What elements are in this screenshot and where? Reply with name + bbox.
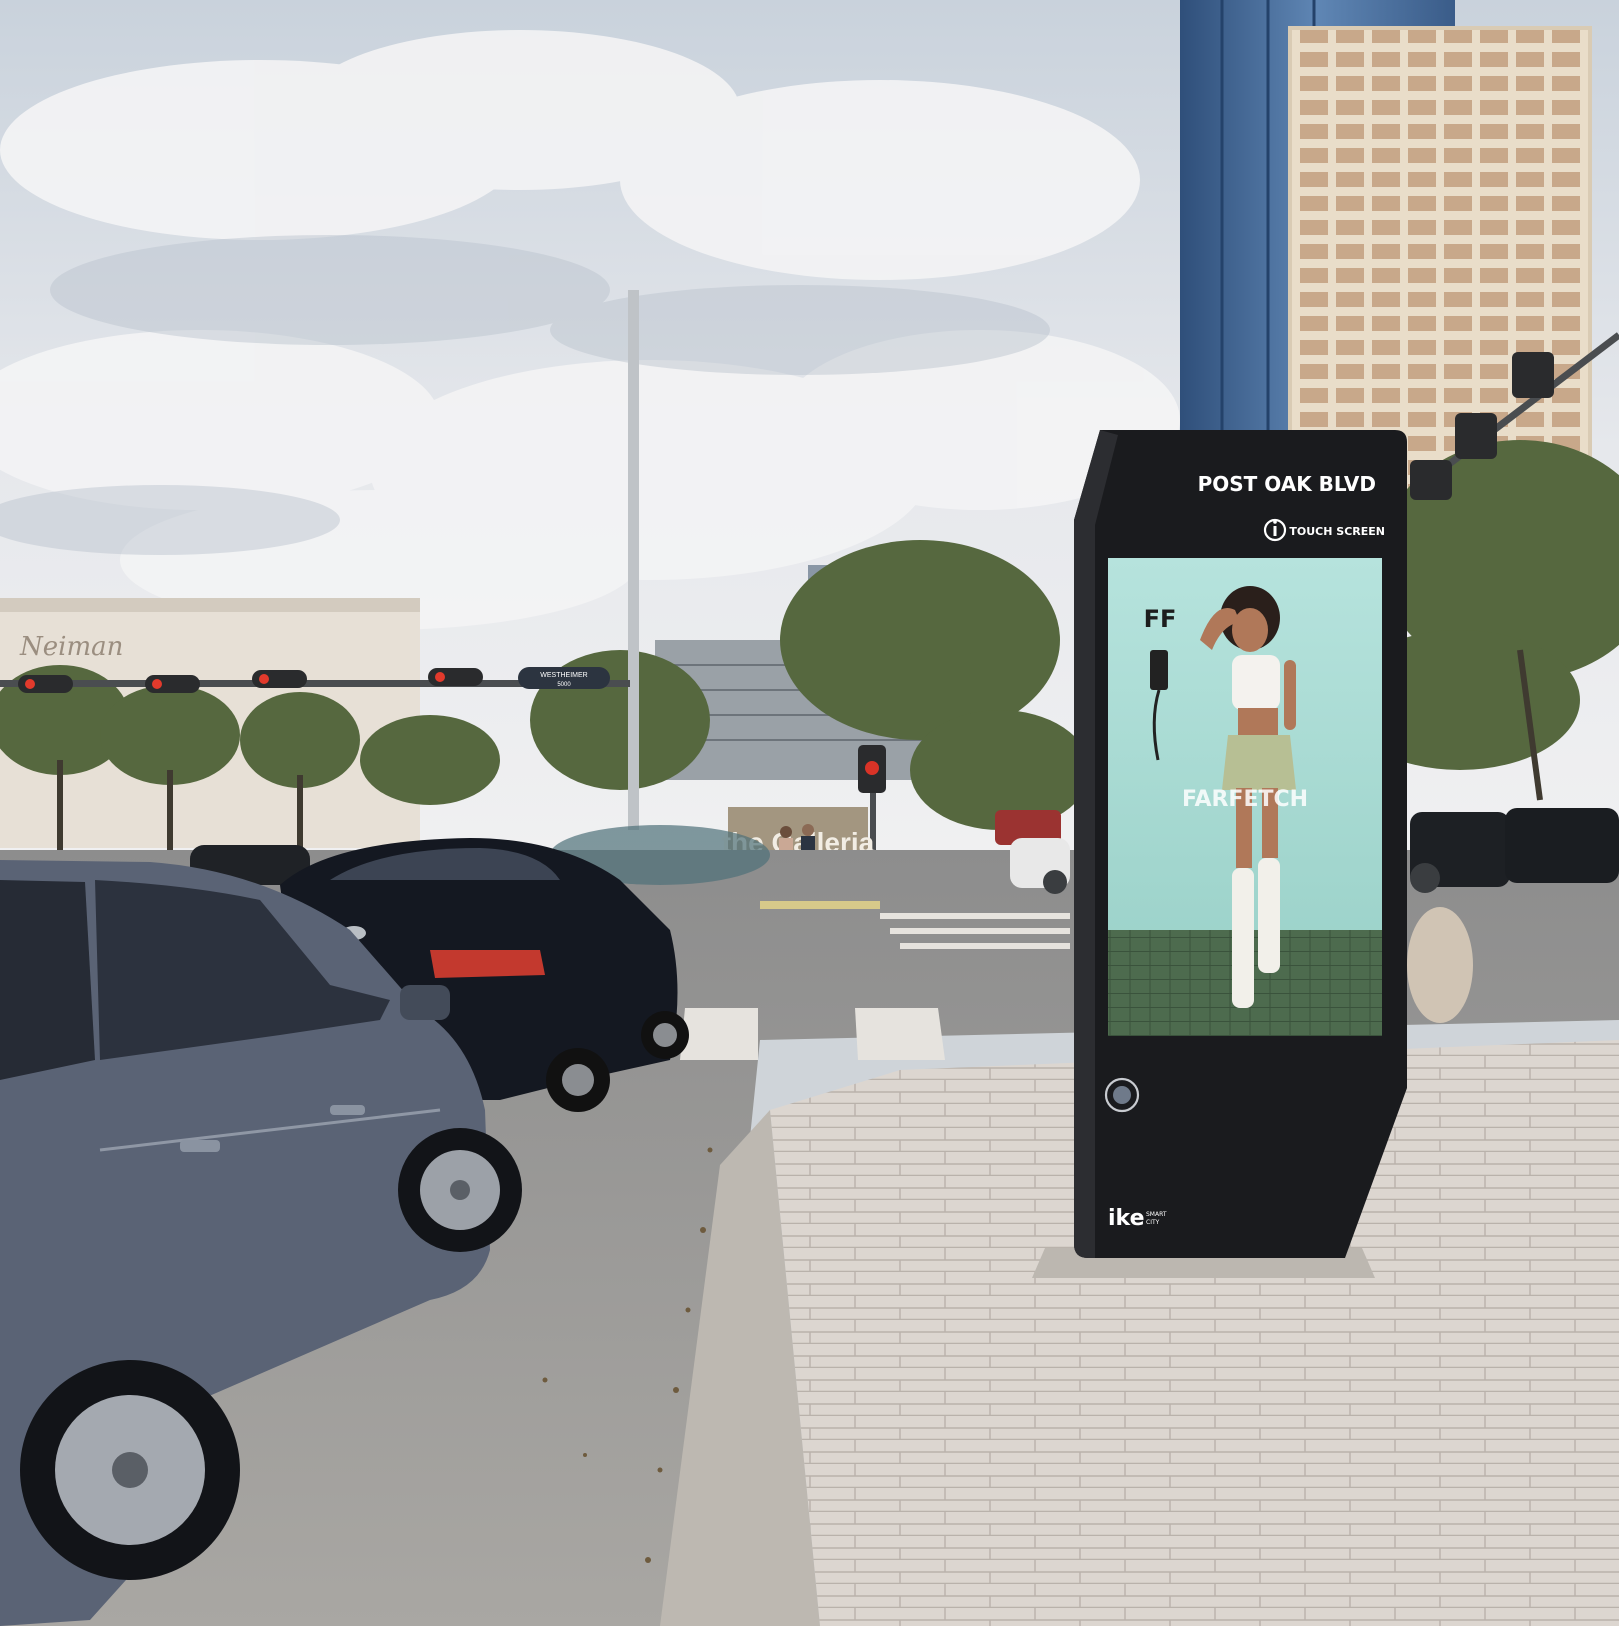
far-curb xyxy=(760,901,880,909)
kiosk-touch-hint[interactable]: TOUCH SCREEN xyxy=(1289,525,1385,538)
stone-bollard xyxy=(1407,907,1473,1023)
advert-monogram: FF xyxy=(1144,605,1177,633)
mall-roofline xyxy=(0,598,420,612)
light-mast xyxy=(628,290,639,830)
kiosk-brand-sub-1: SMART xyxy=(1146,1211,1167,1218)
advert-screen[interactable]: FF FARFETCH xyxy=(1108,558,1382,1036)
kiosk-brand-main: ike xyxy=(1108,1206,1145,1231)
street-sign-line1: WESTHEIMER xyxy=(540,672,587,679)
wall-phone xyxy=(1150,650,1168,690)
street-scene: Neiman WESTHEIMER 5000 the Galleria POST… xyxy=(0,0,1619,1626)
kiosk: POST OAK BLVD TOUCH SCREEN FF FARFETCH i… xyxy=(1074,430,1407,1258)
ped-signal-light xyxy=(865,761,879,775)
kiosk-street-name: POST OAK BLVD xyxy=(1198,472,1376,496)
mall-sign-text: Neiman xyxy=(19,632,123,662)
street-sign: WESTHEIMER 5000 xyxy=(518,667,610,689)
street-sign-line2: 5000 xyxy=(557,682,571,688)
kiosk-brand-sub-2: CITY xyxy=(1146,1219,1160,1226)
advert-brand: FARFETCH xyxy=(1182,787,1308,812)
